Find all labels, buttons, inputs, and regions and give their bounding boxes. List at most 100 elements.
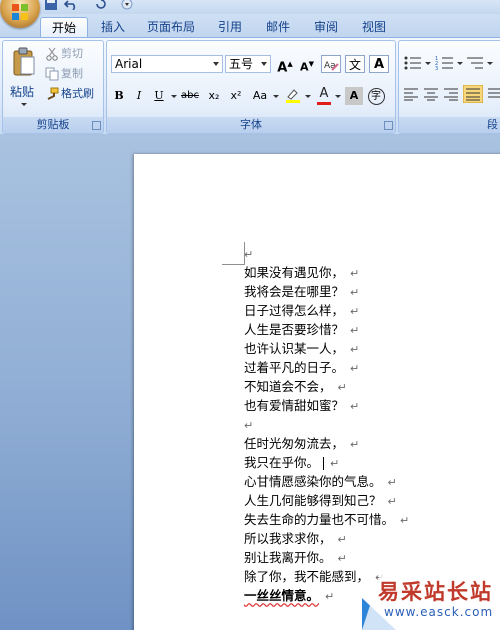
paragraph-group: 123 段: [398, 40, 500, 134]
tab-references[interactable]: 引用: [210, 17, 250, 38]
font-color-button[interactable]: A: [315, 85, 333, 105]
enclose-characters-button[interactable]: 字: [367, 87, 385, 105]
align-left-icon[interactable]: [403, 87, 419, 101]
superscript-button[interactable]: x²: [227, 87, 245, 105]
paragraph-mark: ↵: [350, 400, 360, 413]
document-line[interactable]: 我将会是在哪里？ ↵: [244, 282, 359, 301]
document-line[interactable]: 任时光匆匆流去， ↵: [244, 434, 359, 453]
document-line[interactable]: 除了你，我不能感到，↵: [244, 567, 384, 586]
watermark-text: 易采站长站: [378, 579, 493, 604]
character-shading-button[interactable]: A: [345, 87, 363, 105]
redo-icon[interactable]: [94, 0, 108, 10]
font-name-combo[interactable]: Arial: [111, 55, 223, 73]
copy-button[interactable]: 复制: [45, 65, 83, 83]
highlight-dropdown-icon[interactable]: [305, 95, 311, 98]
justify-icon[interactable]: [463, 85, 483, 103]
paragraph-mark: ↵: [330, 457, 340, 470]
align-right-icon[interactable]: [443, 87, 459, 101]
document-line[interactable]: 也有爱情甜如蜜？ ↵: [244, 396, 359, 415]
paragraph-mark: ↵: [350, 267, 360, 280]
numbering-dropdown-icon[interactable]: [457, 62, 463, 65]
underline-label: U: [154, 89, 164, 102]
paragraph-mark: ↵: [350, 286, 360, 299]
document-line[interactable]: 人生是否要珍惜？ ↵: [244, 320, 359, 339]
font-color-label: A: [319, 86, 329, 101]
character-border-button[interactable]: A: [369, 55, 389, 73]
tab-review[interactable]: 审阅: [306, 17, 346, 38]
tab-page-layout[interactable]: 页面布局: [140, 17, 202, 38]
clipboard-group: 粘贴 剪切 复制 格式刷 剪贴板: [2, 40, 104, 134]
document-line[interactable]: 所以我求求你， ↵: [244, 529, 347, 548]
customize-qat-icon[interactable]: [120, 0, 134, 10]
document-line[interactable]: 人生几何能够得到知己？ ↵: [244, 491, 397, 510]
document-line[interactable]: ↵: [244, 244, 253, 263]
paragraph-mark: ↵: [244, 248, 254, 261]
bullets-icon[interactable]: [403, 55, 423, 71]
document-line[interactable]: 也许认识某一人， ↵: [244, 339, 359, 358]
underline-dropdown-icon[interactable]: [171, 95, 177, 98]
change-case-button[interactable]: Aa: [249, 87, 271, 105]
scissors-icon: [46, 47, 58, 61]
document-page[interactable]: ↵ 如果没有遇见你， ↵ 我将会是在哪里？ ↵ 日子过得怎么样， ↵ 人生是否要珍惜？…: [134, 154, 500, 630]
document-line[interactable]: 不知道会不会， ↵: [244, 377, 347, 396]
document-line[interactable]: 我只在乎你。 ↵: [244, 453, 339, 472]
superscript-label: x²: [230, 89, 242, 102]
office-logo-icon: [12, 4, 28, 20]
line-text: 别让我离开你。: [244, 550, 332, 565]
document-line[interactable]: 失去生命的力量也不可惜。 ↵: [244, 510, 409, 529]
italic-button[interactable]: I: [131, 87, 147, 105]
clear-formatting-button[interactable]: Aa: [321, 55, 341, 73]
bullets-dropdown-icon[interactable]: [425, 62, 431, 65]
highlighter-icon: [286, 89, 300, 103]
strikethrough-button[interactable]: abc: [179, 87, 201, 105]
paragraph-mark: ↵: [350, 305, 360, 318]
change-case-dropdown-icon[interactable]: [273, 95, 279, 98]
paragraph-mark: ↵: [337, 533, 347, 546]
document-line[interactable]: 别让我离开你。 ↵: [244, 548, 347, 567]
underline-button[interactable]: U: [151, 87, 167, 105]
font-group: Arial 五号 A▲ A▼ Aa 文 A B I U abc x₂ x² Aa…: [106, 40, 396, 134]
tab-home[interactable]: 开始: [40, 17, 88, 39]
paragraph-mark: ↵: [337, 552, 347, 565]
cut-button[interactable]: 剪切: [45, 45, 83, 63]
tab-mailings[interactable]: 邮件: [258, 17, 298, 38]
undo-icon[interactable]: [64, 0, 78, 10]
format-painter-button[interactable]: 格式刷: [45, 85, 94, 103]
distribute-icon[interactable]: [487, 87, 500, 101]
clipboard-dialog-launcher[interactable]: [92, 121, 101, 130]
shrink-font-button[interactable]: A▼: [297, 55, 317, 74]
align-center-icon[interactable]: [423, 87, 439, 101]
phonetic-guide-button[interactable]: 文: [345, 55, 365, 73]
cut-label: 剪切: [61, 47, 83, 60]
grow-font-button[interactable]: A▲: [275, 55, 295, 75]
document-line[interactable]: 日子过得怎么样， ↵: [244, 301, 359, 320]
document-line[interactable]: 过着平凡的日子。 ↵: [244, 358, 359, 377]
multilevel-dropdown-icon[interactable]: [487, 62, 493, 65]
font-color-dropdown-icon[interactable]: [335, 95, 341, 98]
copy-label: 复制: [61, 67, 83, 80]
highlight-button[interactable]: [283, 87, 303, 105]
paste-button[interactable]: 粘贴: [7, 45, 41, 113]
document-line[interactable]: 如果没有遇见你， ↵: [244, 263, 359, 282]
paragraph-mark: ↵: [244, 419, 254, 432]
line-text: 所以我求求你，: [244, 531, 332, 546]
paragraph-mark: ↵: [350, 324, 360, 337]
document-line[interactable]: ↵: [244, 415, 253, 434]
numbering-icon[interactable]: 123: [435, 55, 455, 71]
subscript-label: x₂: [208, 89, 220, 102]
document-line[interactable]: 一丝丝情意。 ↵: [244, 586, 334, 605]
subscript-button[interactable]: x₂: [205, 87, 223, 105]
change-case-label: Aa: [252, 89, 268, 102]
font-dialog-launcher[interactable]: [384, 121, 393, 130]
margin-corner-mark: [222, 242, 245, 265]
line-text: 如果没有遇见你，: [244, 265, 345, 280]
save-icon[interactable]: [44, 0, 58, 10]
bold-button[interactable]: B: [111, 87, 127, 105]
multilevel-list-icon[interactable]: [465, 55, 485, 71]
tab-view[interactable]: 视图: [354, 17, 394, 38]
ribbon-tabs: 开始 插入 页面布局 引用 邮件 审阅 视图: [0, 14, 500, 39]
font-size-combo[interactable]: 五号: [225, 55, 271, 73]
document-line[interactable]: 心甘情愿感染你的气息。 ↵: [244, 472, 397, 491]
line-text: 任时光匆匆流去，: [244, 436, 345, 451]
tab-insert[interactable]: 插入: [93, 17, 133, 38]
